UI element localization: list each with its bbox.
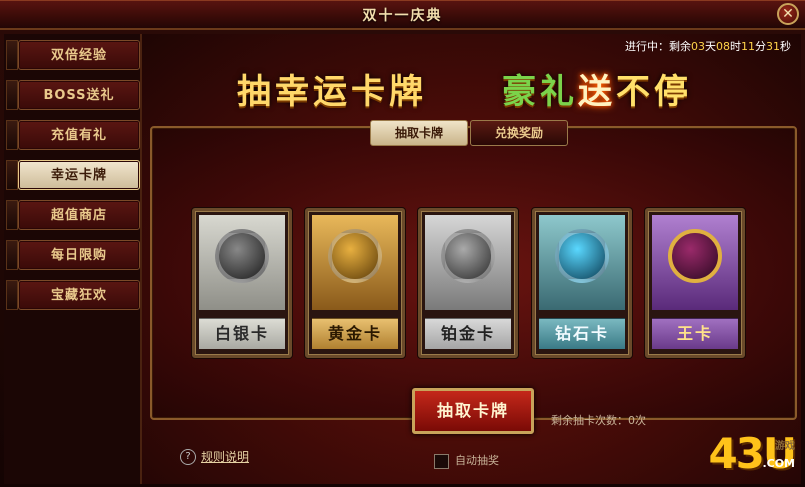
- sidebar-tab-edge: [6, 80, 18, 110]
- remaining-draws-text: 剩余抽卡次数：0次: [551, 414, 646, 427]
- headline-draw-lucky-cards: 抽幸运卡牌: [237, 72, 427, 112]
- rules-help[interactable]: ? 规则说明: [180, 448, 249, 465]
- countdown-seconds: 31: [766, 40, 780, 53]
- sidebar-item-treasure-carnival[interactable]: 宝藏狂欢: [18, 280, 140, 310]
- countdown-minutes: 11: [741, 40, 755, 53]
- gold-medal-icon: [328, 229, 382, 283]
- card-panel: 抽取卡牌 兑换奖励 白银卡 黄金卡 铂金卡 钻石卡 王卡: [150, 120, 797, 420]
- sidebar-item-recharge-gift[interactable]: 充值有礼: [18, 120, 140, 150]
- logo-tag: 游戏: [775, 441, 795, 452]
- auto-draw-checkbox[interactable]: [434, 453, 449, 469]
- auto-draw-option[interactable]: 自动抽奖: [434, 452, 499, 469]
- card-gold[interactable]: 黄金卡: [305, 208, 405, 358]
- window-title: 双十一庆典: [362, 8, 443, 24]
- sidebar-tab-edge: [6, 40, 18, 70]
- platinum-medal-icon: [441, 229, 495, 283]
- sidebar-item-daily-limit[interactable]: 每日限购: [18, 240, 140, 270]
- main-panel: 进行中：剩余03天08时11分31秒 抽幸运卡牌 豪礼送不停 抽取卡牌 兑换奖励…: [142, 34, 801, 484]
- sidebar-tab-edge: [6, 200, 18, 230]
- help-icon: ?: [180, 448, 196, 465]
- countdown-days: 03: [691, 40, 705, 53]
- card-silver[interactable]: 白银卡: [192, 208, 292, 358]
- headline-part-c: 不停: [616, 72, 692, 112]
- card-face: [539, 215, 625, 310]
- countdown-hours: 08: [716, 40, 730, 53]
- sidebar-tab-edge: [6, 240, 18, 270]
- headline-part-b: 送: [578, 72, 616, 112]
- sidebar-item-value-shop[interactable]: 超值商店: [18, 200, 140, 230]
- draw-card-button[interactable]: 抽取卡牌: [412, 388, 534, 434]
- card-face: [199, 215, 285, 310]
- card-label: 白银卡: [199, 318, 285, 349]
- countdown-timer: 进行中：剩余03天08时11分31秒: [625, 38, 791, 54]
- card-face: [425, 215, 511, 310]
- game-window: 双十一庆典 ✕ 双倍经验 BOSS送礼 充值有礼 幸运卡牌 超值商店 每日限购 …: [0, 0, 805, 487]
- sidebar-item-double-exp[interactable]: 双倍经验: [18, 40, 140, 70]
- countdown-prefix: 进行中：剩余: [625, 40, 691, 53]
- title-bar: 双十一庆典 ✕: [0, 0, 805, 30]
- sidebar: 双倍经验 BOSS送礼 充值有礼 幸运卡牌 超值商店 每日限购 宝藏狂欢: [4, 34, 142, 484]
- close-icon[interactable]: ✕: [777, 3, 799, 25]
- card-label: 王卡: [652, 318, 738, 349]
- card-face: [312, 215, 398, 310]
- tab-draw-cards[interactable]: 抽取卡牌: [370, 120, 468, 146]
- sidebar-tab-edge: [6, 280, 18, 310]
- sidebar-item-boss-gift[interactable]: BOSS送礼: [18, 80, 140, 110]
- sidebar-item-lucky-cards[interactable]: 幸运卡牌: [18, 160, 140, 190]
- logo-domain: .COM: [762, 457, 795, 470]
- rules-link[interactable]: 规则说明: [201, 450, 249, 464]
- sidebar-tab-edge: [6, 120, 18, 150]
- countdown-day-unit: 天: [705, 40, 716, 53]
- headline-gifts-nonstop: 豪礼送不停: [502, 64, 692, 113]
- card-platinum[interactable]: 铂金卡: [418, 208, 518, 358]
- countdown-second-unit: 秒: [780, 40, 791, 53]
- card-diamond[interactable]: 钻石卡: [532, 208, 632, 358]
- sidebar-tab-edge: [6, 160, 18, 190]
- site-logo: 43U 游戏 .COM: [708, 429, 797, 478]
- diamond-medal-icon: [555, 229, 609, 283]
- auto-draw-label: 自动抽奖: [455, 454, 499, 467]
- card-face: [652, 215, 738, 310]
- card-label: 铂金卡: [425, 318, 511, 349]
- tab-exchange-rewards[interactable]: 兑换奖励: [470, 120, 568, 146]
- card-king[interactable]: 王卡: [645, 208, 745, 358]
- countdown-hour-unit: 时: [730, 40, 741, 53]
- silver-medal-icon: [215, 229, 269, 283]
- countdown-minute-unit: 分: [755, 40, 766, 53]
- card-label: 黄金卡: [312, 318, 398, 349]
- king-medal-icon: [668, 229, 722, 283]
- headline-part-a: 豪礼: [502, 72, 578, 112]
- card-label: 钻石卡: [539, 318, 625, 349]
